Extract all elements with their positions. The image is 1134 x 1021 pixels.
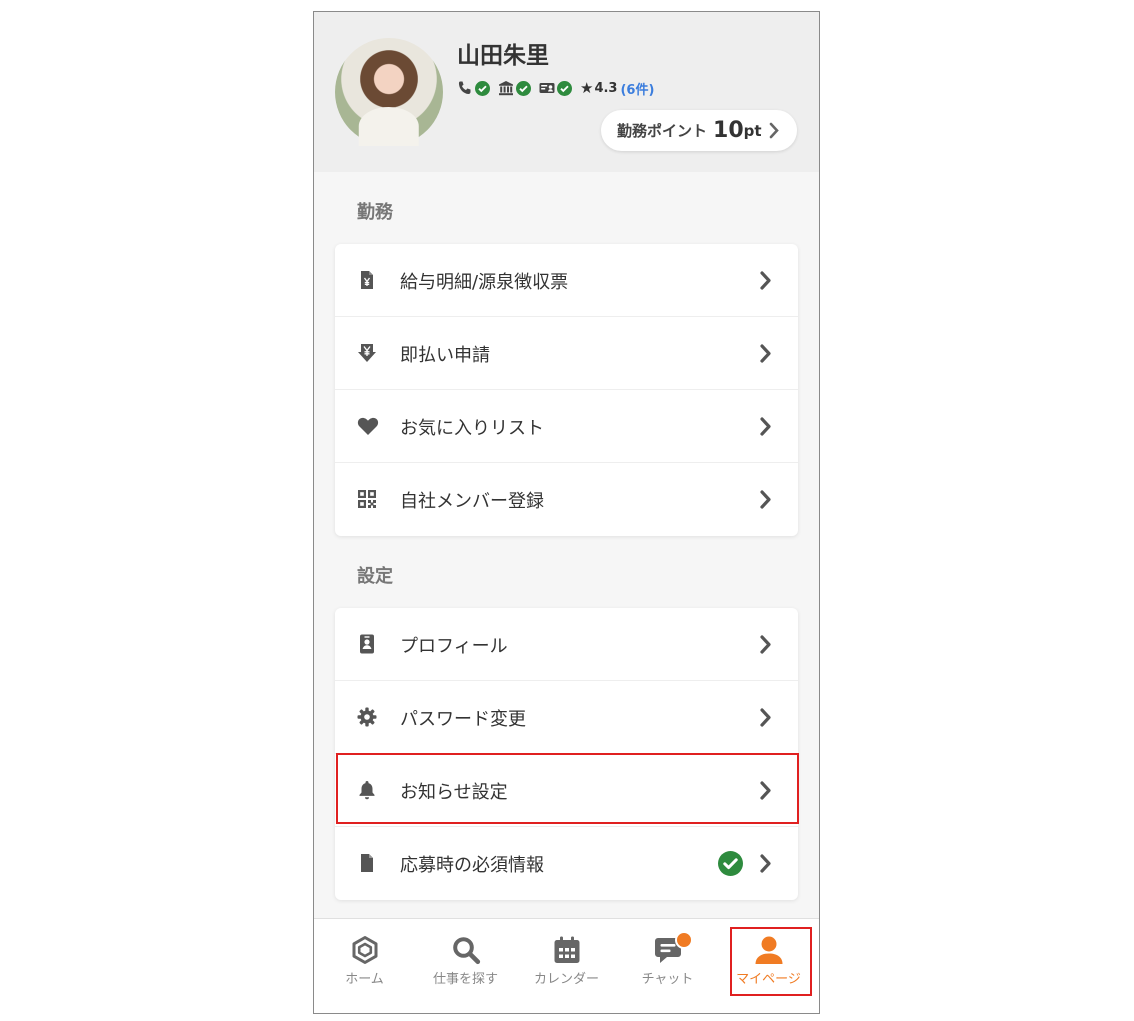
file-icon (357, 853, 377, 873)
check-icon (516, 80, 531, 96)
menu-item-label: プロフィール (400, 636, 508, 657)
heart-icon (357, 416, 379, 436)
gear-icon (357, 707, 377, 727)
chevron-right-icon (769, 122, 779, 139)
menu-item-label: パスワード変更 (400, 709, 526, 730)
bottom-nav: ホーム 仕事を探す カレンダー チャット マイページ (314, 918, 819, 1013)
highlight-box (336, 753, 799, 824)
nav-chat[interactable]: チャット (617, 919, 718, 1013)
nav-label: ホーム (345, 972, 384, 987)
nav-label: 仕事を探す (432, 972, 498, 987)
yen-download-icon (357, 343, 377, 363)
avatar[interactable] (335, 38, 443, 146)
bank-verified (498, 80, 531, 96)
check-icon (475, 80, 490, 96)
chevron-right-icon (759, 270, 772, 291)
review-count-link[interactable]: (6件) (620, 79, 654, 98)
profile-header: 山田朱里 ★ 4.3 (6件) 勤務ポイント 10 pt (314, 12, 819, 172)
menu-item-profile[interactable]: プロフィール (335, 608, 798, 681)
menu-item-label: 給与明細/源泉徴収票 (400, 272, 569, 293)
phone-icon (457, 80, 473, 96)
check-icon (557, 80, 572, 96)
chevron-right-icon (759, 634, 772, 655)
chevron-right-icon (759, 343, 772, 364)
chevron-right-icon (759, 489, 772, 510)
nav-calendar[interactable]: カレンダー (516, 919, 617, 1013)
nav-search-jobs[interactable]: 仕事を探す (415, 919, 516, 1013)
menu-item-label: 自社メンバー登録 (400, 491, 544, 512)
menu-item-required-info[interactable]: 応募時の必須情報 (335, 827, 798, 900)
menu-item-instant-pay[interactable]: 即払い申請 (335, 317, 798, 390)
id-verified (539, 80, 572, 96)
phone-screen: 山田朱里 ★ 4.3 (6件) 勤務ポイント 10 pt 勤務 給与明細/源泉徴… (313, 11, 820, 1014)
work-points-button[interactable]: 勤務ポイント 10 pt (601, 110, 797, 151)
id-card-icon (539, 80, 555, 96)
calendar-icon (552, 935, 582, 965)
menu-item-favorites[interactable]: お気に入りリスト (335, 390, 798, 463)
menu-item-label: 応募時の必須情報 (400, 855, 544, 876)
menu-item-label: お気に入りリスト (400, 418, 544, 439)
star-icon: ★ (580, 79, 594, 97)
user-name: 山田朱里 (457, 43, 549, 69)
highlight-box (730, 927, 812, 996)
nav-label: チャット (641, 972, 694, 987)
work-menu: 給与明細/源泉徴収票 即払い申請 お気に入りリスト 自社メンバー登録 (335, 244, 798, 536)
chevron-right-icon (759, 416, 772, 437)
rating: ★ 4.3 (6件) (580, 79, 654, 98)
home-icon (350, 935, 380, 965)
bank-icon (498, 80, 514, 96)
search-icon (451, 935, 481, 965)
points-unit: pt (743, 121, 762, 140)
completed-check-icon (718, 851, 743, 876)
menu-item-company-member[interactable]: 自社メンバー登録 (335, 463, 798, 536)
chevron-right-icon (759, 853, 772, 874)
receipt-yen-icon (357, 270, 377, 290)
nav-home[interactable]: ホーム (314, 919, 415, 1013)
chevron-right-icon (759, 707, 772, 728)
points-label: 勤務ポイント (617, 122, 708, 140)
verification-badges: ★ 4.3 (6件) (457, 78, 654, 98)
points-value: 10 (713, 118, 744, 143)
section-title-work: 勤務 (357, 202, 393, 223)
qr-code-icon (357, 489, 377, 509)
menu-item-password[interactable]: パスワード変更 (335, 681, 798, 754)
rating-value: 4.3 (594, 80, 618, 96)
notification-badge (675, 931, 693, 949)
menu-item-label: 即払い申請 (400, 345, 490, 366)
section-title-settings: 設定 (357, 566, 393, 587)
phone-verified (457, 80, 490, 96)
nav-label: カレンダー (533, 972, 599, 987)
menu-item-payslip[interactable]: 給与明細/源泉徴収票 (335, 244, 798, 317)
id-badge-icon (357, 634, 377, 654)
